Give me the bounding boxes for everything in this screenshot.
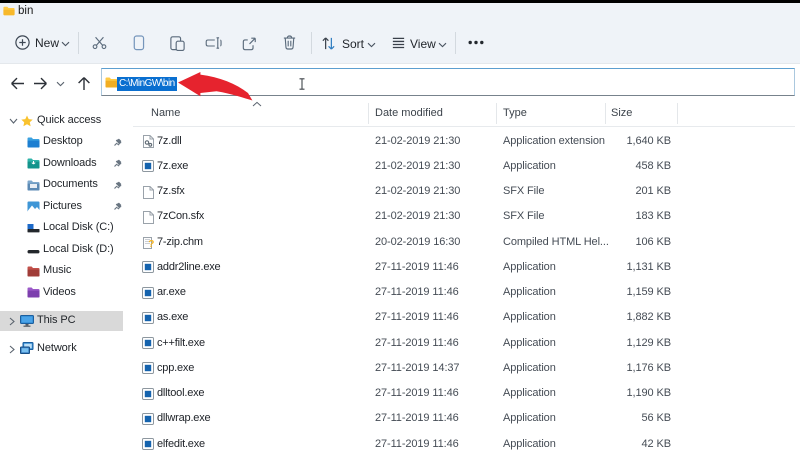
svg-text:?: ? xyxy=(148,239,154,249)
